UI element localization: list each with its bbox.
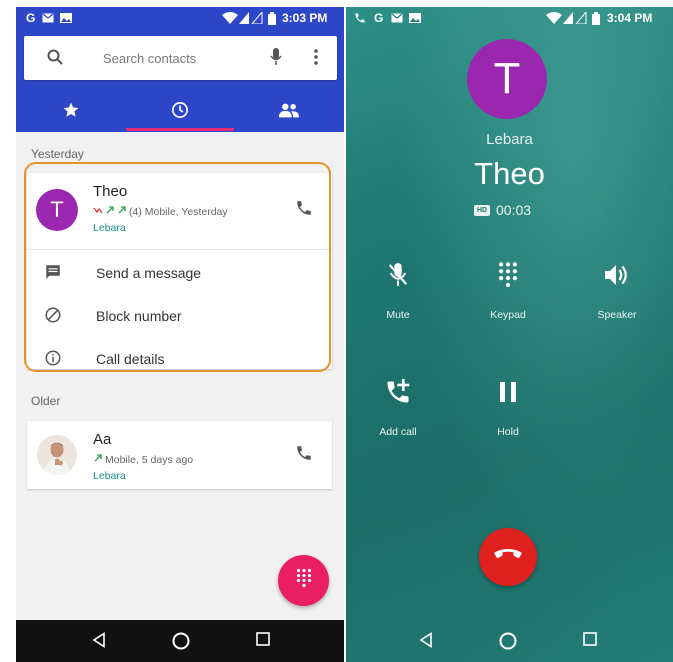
outgoing-call-icon [93, 453, 103, 466]
g-icon: G [374, 11, 384, 25]
control-label: Hold [497, 426, 519, 438]
search-bar[interactable]: Search contacts [24, 36, 337, 80]
in-call-screen: G 3:04 PM T Lebara Theo HD 00:03 Mute Ke… [346, 7, 673, 662]
hd-badge: HD [474, 204, 490, 216]
dialpad-icon [296, 568, 312, 593]
contact-name: Aa [93, 431, 112, 448]
status-time: 3:03 PM [282, 11, 328, 25]
timer-text: 00:03 [496, 202, 532, 218]
status-bar: G 3:04 PM [346, 7, 673, 29]
search-icon[interactable] [47, 49, 63, 70]
wifi-icon [546, 11, 562, 25]
image-icon [60, 11, 72, 25]
tab-favorites[interactable] [18, 93, 124, 131]
speaker-button[interactable]: Speaker [572, 259, 662, 321]
control-label: Mute [386, 309, 410, 321]
contacts-app-screen: G 3:03 PM Search contacts Yesterday T Th… [16, 7, 344, 662]
keypad-button[interactable]: Keypad [463, 259, 553, 321]
mic-icon[interactable] [270, 48, 282, 71]
highlight-outline [24, 162, 331, 372]
home-icon[interactable] [172, 632, 190, 655]
call-meta: Mobile, 5 days ago [93, 453, 193, 466]
pause-icon [463, 376, 553, 408]
dialpad-fab[interactable] [278, 555, 329, 606]
dialpad-icon [463, 259, 553, 291]
status-bar: G 3:03 PM [16, 7, 344, 29]
g-icon: G [26, 11, 36, 25]
end-call-button[interactable] [479, 528, 537, 586]
search-input[interactable]: Search contacts [103, 51, 196, 66]
star-icon [62, 101, 80, 124]
back-icon[interactable] [92, 632, 106, 653]
section-yesterday: Yesterday [31, 147, 84, 161]
back-icon[interactable] [419, 632, 433, 653]
signal-icon [563, 11, 587, 25]
carrier-label: Lebara [486, 131, 533, 148]
wifi-icon [222, 11, 238, 25]
tab-recents[interactable] [127, 93, 233, 131]
mail-icon [42, 11, 54, 25]
control-label: Keypad [490, 309, 526, 321]
recents-icon[interactable] [583, 632, 597, 651]
phone-icon[interactable] [295, 444, 313, 467]
add-call-button[interactable]: Add call [353, 376, 443, 438]
clock-icon [171, 101, 189, 124]
image-icon [409, 11, 421, 25]
add-call-icon [353, 376, 443, 408]
status-time: 3:04 PM [607, 11, 653, 25]
navigation-bar [16, 620, 344, 662]
call-meta-text: Mobile, 5 days ago [105, 453, 194, 466]
call-log-card-aa[interactable]: Aa Mobile, 5 days ago Lebara [27, 421, 332, 489]
speaker-icon [572, 259, 662, 291]
control-label: Speaker [597, 309, 637, 321]
navigation-bar [346, 620, 673, 662]
sim-label: Lebara [93, 470, 126, 482]
selected-tab-indicator [126, 128, 234, 131]
mute-button[interactable]: Mute [353, 259, 443, 321]
control-label: Add call [379, 426, 417, 438]
caller-name: Theo [474, 156, 545, 191]
people-icon [278, 102, 300, 123]
call-timer: HD 00:03 [474, 202, 531, 218]
mail-icon [391, 11, 403, 25]
call-icon [354, 11, 366, 25]
avatar[interactable] [37, 435, 77, 475]
signal-icon [239, 11, 263, 25]
hold-button[interactable]: Hold [463, 376, 553, 438]
tab-contacts[interactable] [236, 93, 342, 131]
section-older: Older [31, 394, 61, 408]
caller-avatar: T [467, 39, 547, 119]
more-options-icon[interactable] [314, 49, 318, 70]
recents-icon[interactable] [256, 632, 270, 651]
mic-off-icon [353, 259, 443, 291]
battery-icon [268, 11, 276, 25]
home-icon[interactable] [499, 632, 517, 655]
battery-icon [592, 11, 600, 25]
hang-up-icon [494, 548, 522, 567]
